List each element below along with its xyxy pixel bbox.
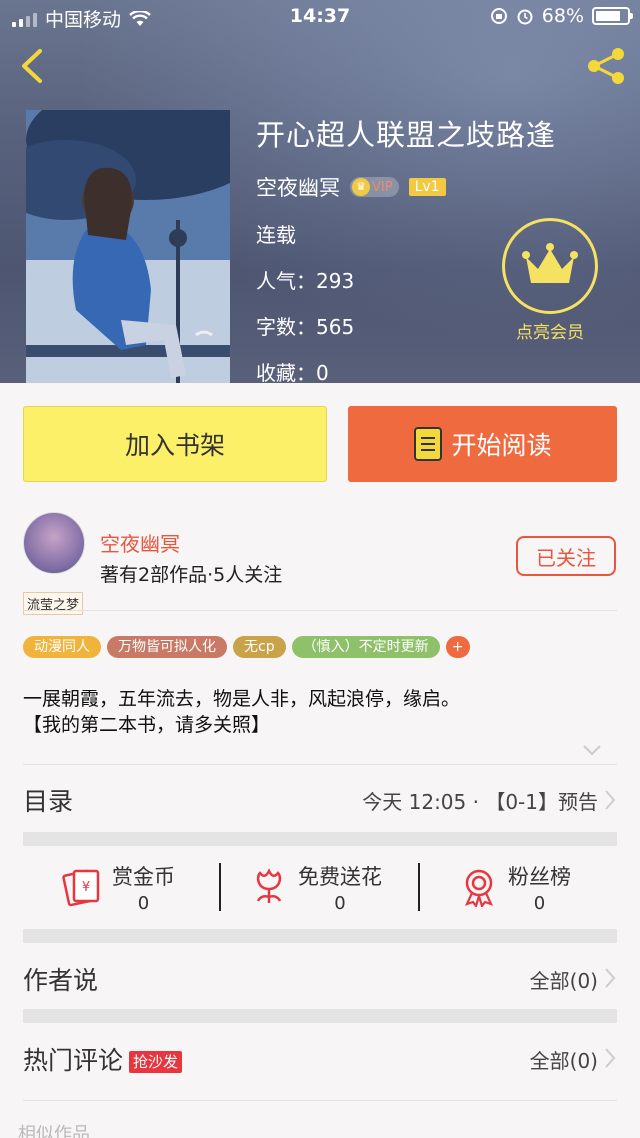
red-envelope-icon: ¥ — [62, 869, 100, 907]
hot-comments-row[interactable]: 热门评论 抢沙发 全部(0) — [0, 1023, 640, 1093]
divider — [23, 1100, 617, 1101]
reward-coins-value: 0 — [137, 892, 150, 914]
tag-list: 动漫同人 万物皆可拟人化 无cp （慎入）不定时更新 + — [23, 636, 470, 658]
grab-sofa-badge: 抢沙发 — [129, 1051, 183, 1073]
divider — [23, 610, 617, 611]
membership-button[interactable]: 点亮会员 — [500, 218, 600, 343]
membership-label: 点亮会员 — [516, 323, 584, 343]
stats-bar: ¥ 赏金币 0 免费送花 0 粉丝榜 0 — [0, 847, 640, 927]
divider — [418, 863, 420, 911]
author-says-count: 全部(0) — [529, 969, 598, 993]
tag-item[interactable]: 万物皆可拟人化 — [107, 636, 227, 658]
add-to-shelf-button[interactable]: 加入书架 — [23, 406, 327, 482]
chevron-right-icon — [605, 1048, 616, 1068]
reward-coins-button[interactable]: ¥ 赏金币 0 — [62, 859, 175, 915]
battery-percentage: 68% — [541, 5, 584, 27]
tag-item[interactable]: 无cp — [233, 636, 286, 658]
section-separator — [23, 929, 617, 943]
divider — [219, 863, 221, 911]
flower-icon — [256, 868, 282, 903]
send-flowers-value: 0 — [334, 892, 346, 914]
divider — [23, 764, 617, 765]
medal-icon — [464, 869, 494, 907]
vip-crown-icon: ♛ — [352, 178, 370, 196]
book-author-name[interactable]: 空夜幽冥 — [256, 172, 340, 202]
crown-icon — [502, 218, 598, 314]
start-reading-button[interactable]: 开始阅读 — [348, 406, 617, 482]
add-tag-button[interactable]: + — [445, 636, 470, 658]
battery-icon — [592, 7, 633, 25]
orientation-lock-icon — [490, 8, 507, 24]
hot-comments-title: 热门评论 抢沙发 — [23, 1041, 183, 1077]
author-says-title: 作者说 — [23, 966, 99, 995]
author-says-row[interactable]: 作者说 全部(0) — [0, 943, 640, 1009]
catalog-latest-chapter: 今天 12:05 · 【0-1】预告 — [362, 790, 598, 814]
catalog-title: 目录 — [23, 787, 74, 816]
chevron-right-icon — [605, 790, 616, 810]
tag-item[interactable]: 动漫同人 — [23, 636, 101, 658]
vip-badge: ♛ VIP — [350, 177, 399, 197]
hot-comments-count: 全部(0) — [529, 1049, 598, 1073]
svg-text:¥: ¥ — [82, 880, 90, 895]
share-icon[interactable] — [584, 46, 628, 86]
favorites-stat: 收藏：0 — [256, 361, 329, 385]
book-title: 开心超人联盟之歧路逢 — [256, 118, 557, 152]
section-separator — [23, 1009, 617, 1023]
fans-ranking-value: 0 — [533, 892, 546, 914]
status-bar: 中国移动 14:37 68% — [0, 0, 640, 34]
reward-coins-label: 赏金币 — [112, 864, 175, 889]
author-meta: 著有2部作品·5人关注 — [100, 564, 283, 586]
send-flowers-button[interactable]: 免费送花 0 — [250, 859, 382, 915]
chevron-right-icon — [605, 968, 616, 988]
tag-item[interactable]: （慎入）不定时更新 — [291, 636, 440, 658]
author-name[interactable]: 空夜幽冥 — [100, 528, 180, 557]
catalog-row[interactable]: 目录 今天 12:05 · 【0-1】预告 — [0, 766, 640, 832]
chevron-down-icon[interactable] — [582, 744, 602, 756]
alarm-icon — [517, 9, 533, 25]
author-avatar[interactable]: 流莹之梦 — [23, 512, 89, 615]
avatar-tag: 流莹之梦 — [23, 592, 84, 615]
follow-button[interactable]: 已关注 — [516, 536, 616, 576]
cover-illustration — [26, 110, 230, 383]
section-separator — [23, 832, 617, 846]
author-card: 流莹之梦 空夜幽冥 著有2部作品·5人关注 已关注 — [0, 498, 640, 615]
book-description: 一展朝霞，五年流去，物是人非，风起浪停，缘启。 【我的第二本书，请多关照】 — [23, 688, 461, 736]
send-flowers-label: 免费送花 — [298, 864, 382, 889]
avatar — [23, 512, 85, 574]
fans-ranking-label: 粉丝榜 — [508, 864, 571, 889]
book-cover-image[interactable] — [26, 110, 230, 383]
similar-works-title: 相似作品 — [18, 1124, 90, 1138]
book-icon — [414, 427, 443, 461]
fans-ranking-button[interactable]: 粉丝榜 0 — [460, 859, 571, 915]
level-badge: Lv1 — [408, 178, 446, 196]
back-arrow-icon[interactable] — [14, 46, 54, 86]
